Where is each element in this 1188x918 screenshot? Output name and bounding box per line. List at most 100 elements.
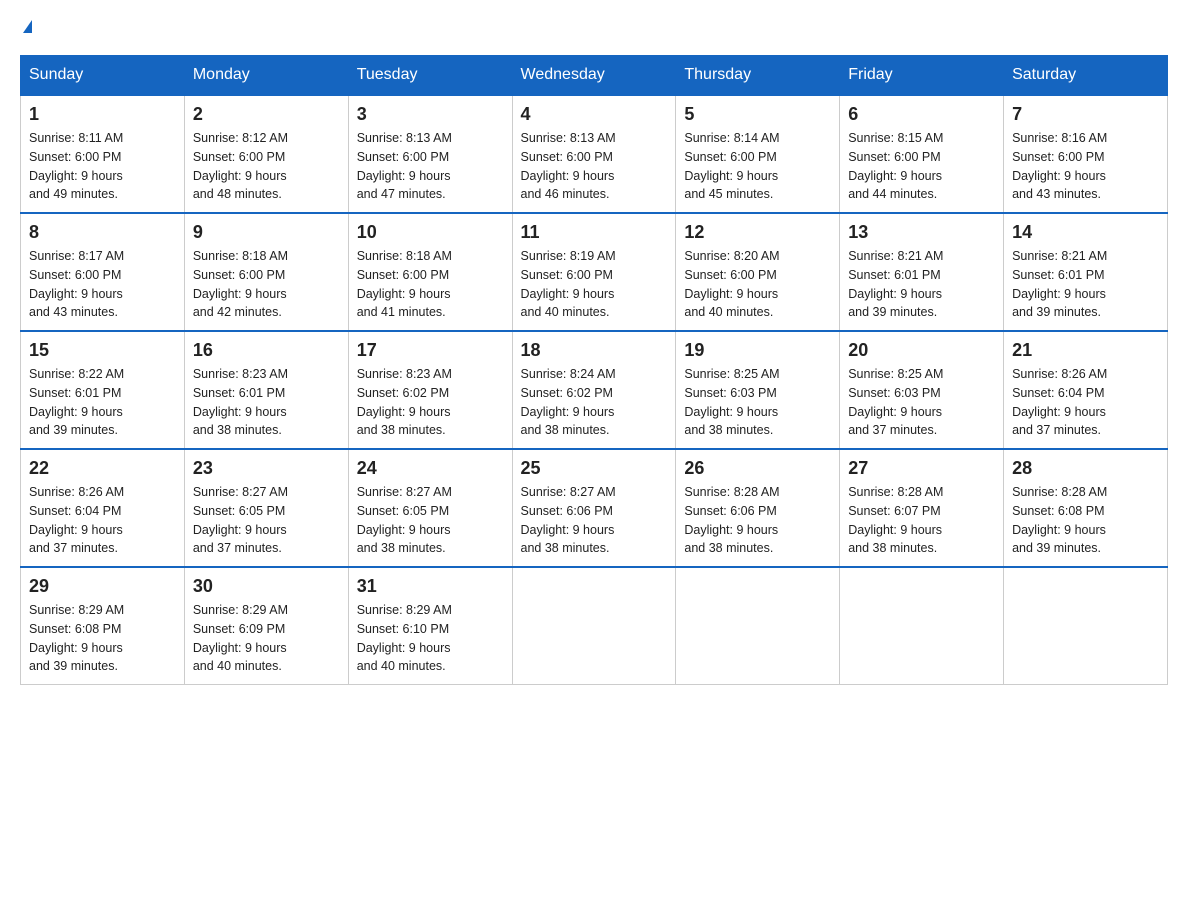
day-number: 18 bbox=[521, 340, 668, 361]
day-info: Sunrise: 8:14 AMSunset: 6:00 PMDaylight:… bbox=[684, 129, 831, 204]
day-info: Sunrise: 8:21 AMSunset: 6:01 PMDaylight:… bbox=[1012, 247, 1159, 322]
day-info: Sunrise: 8:22 AMSunset: 6:01 PMDaylight:… bbox=[29, 365, 176, 440]
day-number: 20 bbox=[848, 340, 995, 361]
day-info: Sunrise: 8:28 AMSunset: 6:08 PMDaylight:… bbox=[1012, 483, 1159, 558]
day-info: Sunrise: 8:19 AMSunset: 6:00 PMDaylight:… bbox=[521, 247, 668, 322]
weekday-header-row: SundayMondayTuesdayWednesdayThursdayFrid… bbox=[21, 56, 1168, 96]
calendar-week-row: 1 Sunrise: 8:11 AMSunset: 6:00 PMDaylight… bbox=[21, 95, 1168, 213]
day-number: 15 bbox=[29, 340, 176, 361]
day-info: Sunrise: 8:28 AMSunset: 6:07 PMDaylight:… bbox=[848, 483, 995, 558]
weekday-header-saturday: Saturday bbox=[1004, 56, 1168, 96]
day-info: Sunrise: 8:24 AMSunset: 6:02 PMDaylight:… bbox=[521, 365, 668, 440]
day-info: Sunrise: 8:25 AMSunset: 6:03 PMDaylight:… bbox=[684, 365, 831, 440]
day-info: Sunrise: 8:26 AMSunset: 6:04 PMDaylight:… bbox=[29, 483, 176, 558]
day-info: Sunrise: 8:27 AMSunset: 6:06 PMDaylight:… bbox=[521, 483, 668, 558]
day-info: Sunrise: 8:29 AMSunset: 6:09 PMDaylight:… bbox=[193, 601, 340, 676]
calendar-cell: 22 Sunrise: 8:26 AMSunset: 6:04 PMDayligh… bbox=[21, 449, 185, 567]
day-info: Sunrise: 8:26 AMSunset: 6:04 PMDaylight:… bbox=[1012, 365, 1159, 440]
calendar-cell: 27 Sunrise: 8:28 AMSunset: 6:07 PMDayligh… bbox=[840, 449, 1004, 567]
day-number: 21 bbox=[1012, 340, 1159, 361]
day-number: 11 bbox=[521, 222, 668, 243]
calendar-cell: 25 Sunrise: 8:27 AMSunset: 6:06 PMDayligh… bbox=[512, 449, 676, 567]
logo-arrow-icon bbox=[23, 20, 32, 33]
calendar-cell: 19 Sunrise: 8:25 AMSunset: 6:03 PMDayligh… bbox=[676, 331, 840, 449]
day-number: 23 bbox=[193, 458, 340, 479]
day-number: 19 bbox=[684, 340, 831, 361]
day-number: 9 bbox=[193, 222, 340, 243]
calendar-cell: 26 Sunrise: 8:28 AMSunset: 6:06 PMDayligh… bbox=[676, 449, 840, 567]
calendar-cell: 23 Sunrise: 8:27 AMSunset: 6:05 PMDayligh… bbox=[184, 449, 348, 567]
day-number: 5 bbox=[684, 104, 831, 125]
calendar-cell: 10Sunrise: 8:18 AMSunset: 6:00 PMDayligh… bbox=[348, 213, 512, 331]
weekday-header-monday: Monday bbox=[184, 56, 348, 96]
calendar-week-row: 8 Sunrise: 8:17 AMSunset: 6:00 PMDaylight… bbox=[21, 213, 1168, 331]
day-info: Sunrise: 8:21 AMSunset: 6:01 PMDaylight:… bbox=[848, 247, 995, 322]
day-info: Sunrise: 8:11 AMSunset: 6:00 PMDaylight:… bbox=[29, 129, 176, 204]
calendar-cell: 2Sunrise: 8:12 AMSunset: 6:00 PMDaylight… bbox=[184, 95, 348, 213]
day-number: 22 bbox=[29, 458, 176, 479]
day-number: 14 bbox=[1012, 222, 1159, 243]
calendar-cell: 31Sunrise: 8:29 AMSunset: 6:10 PMDayligh… bbox=[348, 567, 512, 685]
calendar-cell: 8 Sunrise: 8:17 AMSunset: 6:00 PMDaylight… bbox=[21, 213, 185, 331]
day-info: Sunrise: 8:23 AMSunset: 6:02 PMDaylight:… bbox=[357, 365, 504, 440]
day-number: 25 bbox=[521, 458, 668, 479]
calendar-cell: 9 Sunrise: 8:18 AMSunset: 6:00 PMDaylight… bbox=[184, 213, 348, 331]
logo bbox=[20, 20, 32, 35]
weekday-header-friday: Friday bbox=[840, 56, 1004, 96]
weekday-header-thursday: Thursday bbox=[676, 56, 840, 96]
day-info: Sunrise: 8:20 AMSunset: 6:00 PMDaylight:… bbox=[684, 247, 831, 322]
calendar-cell: 16Sunrise: 8:23 AMSunset: 6:01 PMDayligh… bbox=[184, 331, 348, 449]
calendar-cell: 13 Sunrise: 8:21 AMSunset: 6:01 PMDayligh… bbox=[840, 213, 1004, 331]
day-number: 30 bbox=[193, 576, 340, 597]
day-number: 28 bbox=[1012, 458, 1159, 479]
calendar-cell bbox=[1004, 567, 1168, 685]
calendar-cell: 30 Sunrise: 8:29 AMSunset: 6:09 PMDayligh… bbox=[184, 567, 348, 685]
calendar-cell: 14 Sunrise: 8:21 AMSunset: 6:01 PMDayligh… bbox=[1004, 213, 1168, 331]
day-info: Sunrise: 8:28 AMSunset: 6:06 PMDaylight:… bbox=[684, 483, 831, 558]
day-number: 27 bbox=[848, 458, 995, 479]
day-info: Sunrise: 8:23 AMSunset: 6:01 PMDaylight:… bbox=[193, 365, 340, 440]
calendar-cell: 29Sunrise: 8:29 AMSunset: 6:08 PMDayligh… bbox=[21, 567, 185, 685]
calendar-cell: 3 Sunrise: 8:13 AMSunset: 6:00 PMDaylight… bbox=[348, 95, 512, 213]
day-info: Sunrise: 8:18 AMSunset: 6:00 PMDaylight:… bbox=[193, 247, 340, 322]
weekday-header-wednesday: Wednesday bbox=[512, 56, 676, 96]
day-number: 26 bbox=[684, 458, 831, 479]
calendar-table: SundayMondayTuesdayWednesdayThursdayFrid… bbox=[20, 55, 1168, 685]
calendar-cell: 5 Sunrise: 8:14 AMSunset: 6:00 PMDaylight… bbox=[676, 95, 840, 213]
day-info: Sunrise: 8:13 AMSunset: 6:00 PMDaylight:… bbox=[521, 129, 668, 204]
day-number: 1 bbox=[29, 104, 176, 125]
calendar-cell: 1 Sunrise: 8:11 AMSunset: 6:00 PMDaylight… bbox=[21, 95, 185, 213]
calendar-week-row: 15 Sunrise: 8:22 AMSunset: 6:01 PMDayligh… bbox=[21, 331, 1168, 449]
calendar-cell: 20Sunrise: 8:25 AMSunset: 6:03 PMDayligh… bbox=[840, 331, 1004, 449]
day-number: 24 bbox=[357, 458, 504, 479]
calendar-cell: 18 Sunrise: 8:24 AMSunset: 6:02 PMDayligh… bbox=[512, 331, 676, 449]
calendar-cell: 6Sunrise: 8:15 AMSunset: 6:00 PMDaylight… bbox=[840, 95, 1004, 213]
calendar-cell: 7Sunrise: 8:16 AMSunset: 6:00 PMDaylight… bbox=[1004, 95, 1168, 213]
day-info: Sunrise: 8:27 AMSunset: 6:05 PMDaylight:… bbox=[357, 483, 504, 558]
calendar-cell: 28 Sunrise: 8:28 AMSunset: 6:08 PMDayligh… bbox=[1004, 449, 1168, 567]
day-number: 3 bbox=[357, 104, 504, 125]
weekday-header-sunday: Sunday bbox=[21, 56, 185, 96]
calendar-cell: 4 Sunrise: 8:13 AMSunset: 6:00 PMDaylight… bbox=[512, 95, 676, 213]
calendar-week-row: 29Sunrise: 8:29 AMSunset: 6:08 PMDayligh… bbox=[21, 567, 1168, 685]
calendar-cell: 15 Sunrise: 8:22 AMSunset: 6:01 PMDayligh… bbox=[21, 331, 185, 449]
calendar-cell: 24 Sunrise: 8:27 AMSunset: 6:05 PMDayligh… bbox=[348, 449, 512, 567]
day-number: 10 bbox=[357, 222, 504, 243]
day-number: 13 bbox=[848, 222, 995, 243]
day-number: 12 bbox=[684, 222, 831, 243]
page-header bbox=[20, 20, 1168, 35]
calendar-cell: 12 Sunrise: 8:20 AMSunset: 6:00 PMDayligh… bbox=[676, 213, 840, 331]
day-number: 4 bbox=[521, 104, 668, 125]
day-info: Sunrise: 8:15 AMSunset: 6:00 PMDaylight:… bbox=[848, 129, 995, 204]
day-info: Sunrise: 8:13 AMSunset: 6:00 PMDaylight:… bbox=[357, 129, 504, 204]
calendar-cell: 21 Sunrise: 8:26 AMSunset: 6:04 PMDayligh… bbox=[1004, 331, 1168, 449]
calendar-week-row: 22 Sunrise: 8:26 AMSunset: 6:04 PMDayligh… bbox=[21, 449, 1168, 567]
calendar-cell bbox=[512, 567, 676, 685]
day-number: 29 bbox=[29, 576, 176, 597]
day-info: Sunrise: 8:17 AMSunset: 6:00 PMDaylight:… bbox=[29, 247, 176, 322]
day-info: Sunrise: 8:27 AMSunset: 6:05 PMDaylight:… bbox=[193, 483, 340, 558]
day-number: 8 bbox=[29, 222, 176, 243]
weekday-header-tuesday: Tuesday bbox=[348, 56, 512, 96]
day-info: Sunrise: 8:16 AMSunset: 6:00 PMDaylight:… bbox=[1012, 129, 1159, 204]
day-info: Sunrise: 8:29 AMSunset: 6:10 PMDaylight:… bbox=[357, 601, 504, 676]
